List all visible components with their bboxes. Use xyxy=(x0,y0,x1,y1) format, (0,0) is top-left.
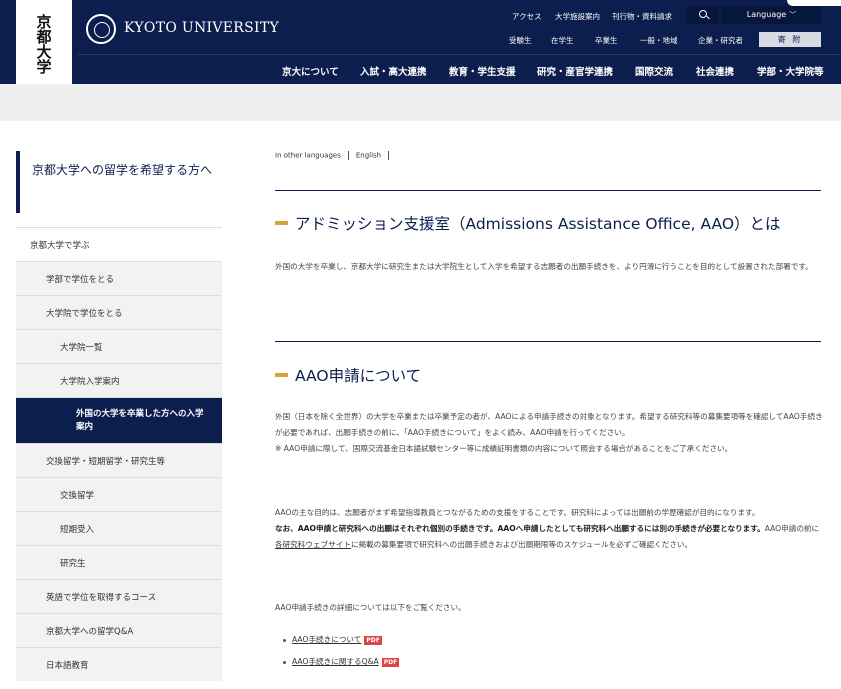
sidebar-item-undergraduate-degree[interactable]: 学部で学位をとる xyxy=(16,261,222,295)
list-item: AAO手続きについて PDF xyxy=(283,634,382,645)
top-link-facilities[interactable]: 大学施設案内 xyxy=(555,11,600,22)
bullet-icon xyxy=(283,660,286,664)
sidebar-title[interactable]: 京都大学への留学を希望する方へ xyxy=(16,151,222,213)
list-item: AAO手続きに関するQ&A PDF xyxy=(283,656,400,667)
aao-eligibility-paragraph: 外国（日本を除く全世界）の大学を卒業または卒業予定の者が、AAOによる申請手続き… xyxy=(275,409,825,457)
aao-details-intro: AAO申請手続きの詳細については以下をご覧ください。 xyxy=(275,603,466,612)
section-divider xyxy=(275,341,821,342)
top-link-access[interactable]: アクセス xyxy=(512,11,542,22)
post-link-text: に掲載の募集要項で研究科への出願手続きおよび出願期限等のスケジュールを必ずご確認… xyxy=(350,540,693,549)
section-divider xyxy=(275,190,821,191)
sidebar-item-graduate-admissions[interactable]: 大学院入学案内 xyxy=(16,363,222,397)
aao-procedures-pdf-link[interactable]: AAO手続きについて xyxy=(292,635,361,644)
section-heading-aao-text: アドミッション支援室（Admissions Assistance Office,… xyxy=(295,215,781,233)
breadcrumb-bar xyxy=(0,84,841,121)
other-languages-label: In other languages xyxy=(275,151,341,160)
aao-qa-pdf-link[interactable]: AAO手続きに関するQ&A xyxy=(292,657,379,666)
nav-admissions[interactable]: 入試・高大連携 xyxy=(360,64,427,78)
site-header: 京都大学 KYOTO UNIVERSITY アクセス 大学施設案内 刊行物・資料… xyxy=(0,0,841,84)
bullet-icon xyxy=(283,638,286,642)
purpose-text: AAOの主な目的は、志願者がまず希望指導教員とつながるための支援をすることです。… xyxy=(275,508,760,517)
language-label: Language xyxy=(746,10,787,19)
search-icon[interactable] xyxy=(687,6,719,24)
sidebar-item-research-student[interactable]: 研究生 xyxy=(16,545,222,579)
pdf-badge: PDF xyxy=(364,635,382,645)
nav-community[interactable]: 社会連携 xyxy=(696,64,734,78)
separate-procedures-notice: なお、AAO申請と研究科への出願はそれぞれ個別の手続きです。AAOへ申請したとし… xyxy=(275,524,765,533)
sidebar-item-study-at-kyoto[interactable]: 京都大学で学ぶ xyxy=(16,227,222,261)
nav-about[interactable]: 京大について xyxy=(282,64,339,78)
sidebar-item-foreign-graduates-admissions[interactable]: 外国の大学を卒業した方への入学案内 xyxy=(16,397,222,443)
audience-link-applicants[interactable]: 受験生 xyxy=(509,35,532,46)
sidebar-item-study-qa[interactable]: 京都大学への留学Q&A xyxy=(16,613,222,647)
top-link-publications[interactable]: 刊行物・資料請求 xyxy=(612,11,672,22)
sidebar-menu: 京都大学で学ぶ 学部で学位をとる 大学院で学位をとる 大学院一覧 大学院入学案内… xyxy=(16,227,222,681)
graduate-school-websites-link[interactable]: 各研究科ウェブサイト xyxy=(275,540,351,549)
nav-international[interactable]: 国際交流 xyxy=(635,64,673,78)
sidebar-item-graduate-schools-list[interactable]: 大学院一覧 xyxy=(16,329,222,363)
section-heading-aao-application: AAO申請について xyxy=(275,364,421,386)
audience-link-business[interactable]: 企業・研究者 xyxy=(698,35,743,46)
sidebar-item-short-term[interactable]: 短期受入 xyxy=(16,511,222,545)
nav-faculties[interactable]: 学部・大学院等 xyxy=(757,64,824,78)
eligibility-note: ※ AAO申請に際して、国際交流基金日本語試験センター等に成績証明書類の内容につ… xyxy=(275,444,733,453)
sidebar-item-graduate-degree[interactable]: 大学院で学位をとる xyxy=(16,295,222,329)
section-heading-aao-application-text: AAO申請について xyxy=(295,367,422,385)
header-notch xyxy=(787,0,841,6)
audience-link-public[interactable]: 一般・地域 xyxy=(640,35,678,46)
nav-education[interactable]: 教育・学生支援 xyxy=(449,64,516,78)
audience-link-students[interactable]: 在学生 xyxy=(551,35,574,46)
aao-purpose-paragraph: AAOの主な目的は、志願者がまず希望指導教員とつながるための支援をすることです。… xyxy=(275,505,825,553)
pre-link-text: AAO申請の前に xyxy=(764,524,820,533)
sidebar-item-exchange[interactable]: 交換留学 xyxy=(16,477,222,511)
english-link[interactable]: English xyxy=(356,152,381,160)
aao-description: 外国の大学を卒業し、京都大学に研究生または大学院生として入学を希望する志願者の出… xyxy=(275,262,813,271)
header-divider xyxy=(78,54,841,55)
audience-link-alumni[interactable]: 卒業生 xyxy=(595,35,618,46)
sidebar-item-english-courses[interactable]: 英語で学位を取得するコース xyxy=(16,579,222,613)
chevron-down-icon: ﹀ xyxy=(789,11,797,19)
eligibility-text: 外国（日本を除く全世界）の大学を卒業または卒業予定の者が、AAOによる申請手続き… xyxy=(275,412,823,437)
heading-accent-bar xyxy=(275,372,288,377)
other-languages-bar: In other languages English xyxy=(275,151,396,160)
pdf-badge: PDF xyxy=(381,657,400,667)
section-heading-aao: アドミッション支援室（Admissions Assistance Office,… xyxy=(275,212,781,234)
sidebar-item-exchange-short-term[interactable]: 交換留学・短期留学・研究生等 xyxy=(16,443,222,477)
sidebar-item-japanese-education[interactable]: 日本語教育 xyxy=(16,647,222,681)
donate-button[interactable]: 寄 附 xyxy=(759,32,821,47)
language-select[interactable]: Language ﹀ xyxy=(722,6,821,24)
heading-accent-bar xyxy=(275,220,288,225)
nav-research[interactable]: 研究・産官学連携 xyxy=(537,64,613,78)
